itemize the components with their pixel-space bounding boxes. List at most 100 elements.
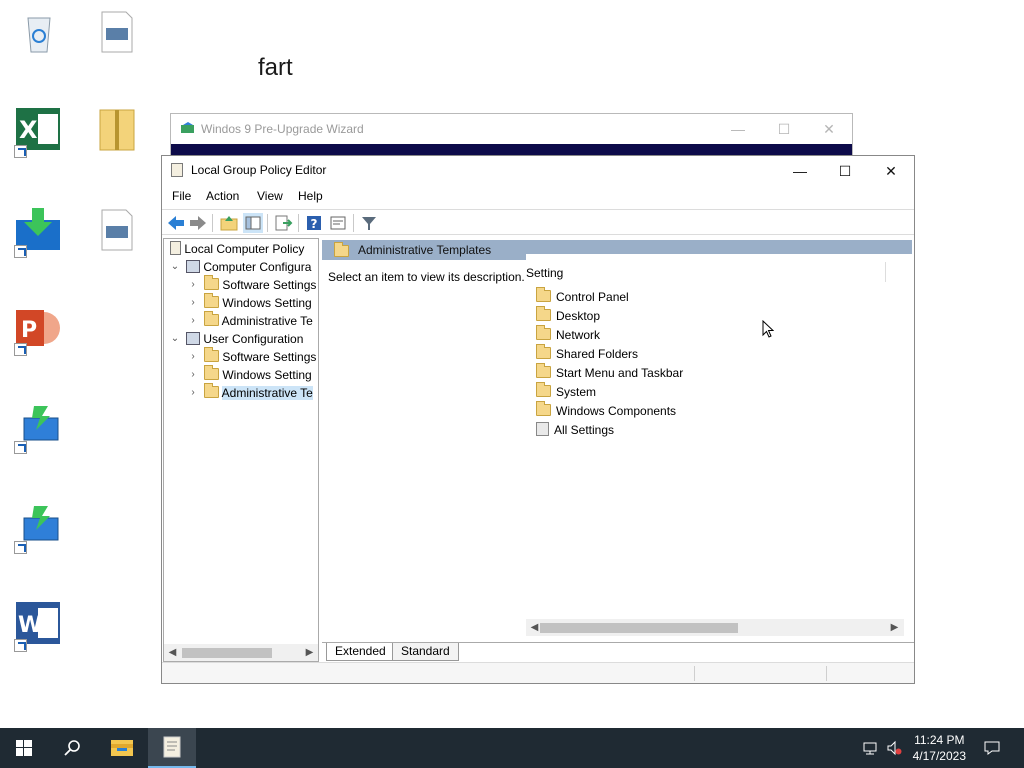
tree-horizontal-scrollbar[interactable]: ◀ ▶ xyxy=(164,644,318,661)
download-shortcut-icon[interactable] xyxy=(14,206,64,258)
policy-book-icon xyxy=(170,241,181,255)
excel-shortcut-icon[interactable]: X xyxy=(14,106,64,158)
group-policy-taskbar-button[interactable] xyxy=(148,728,196,768)
chevron-right-icon[interactable]: › xyxy=(188,294,198,312)
scroll-right-arrow-icon[interactable]: ▶ xyxy=(886,619,903,636)
group-policy-editor-window[interactable]: Local Group Policy Editor — ☐ ✕ File Act… xyxy=(161,155,915,684)
desktop-label[interactable]: fart xyxy=(258,54,293,82)
settings-list[interactable]: Setting Control Panel Desktop Network Sh… xyxy=(526,254,914,636)
column-header-setting[interactable]: Setting xyxy=(526,266,563,280)
window-title: Local Group Policy Editor xyxy=(191,163,327,177)
tree-node-user-configuration[interactable]: ⌄ User Configuration xyxy=(170,330,303,348)
tree-node-software-settings[interactable]: › Software Settings xyxy=(188,275,316,294)
wizard-close-button[interactable]: ✕ xyxy=(814,118,844,140)
list-item-windows-components[interactable]: Windows Components xyxy=(536,401,676,421)
clock-time: 11:24 PM xyxy=(914,733,965,747)
chevron-right-icon[interactable]: › xyxy=(188,312,198,330)
menu-view[interactable]: View xyxy=(257,189,283,203)
tab-standard[interactable]: Standard xyxy=(392,643,459,661)
list-item-shared-folders[interactable]: Shared Folders xyxy=(536,344,638,364)
notifications-icon[interactable] xyxy=(984,740,1000,756)
gpe-app-icon xyxy=(171,163,183,177)
wizard-title: Windos 9 Pre-Upgrade Wizard xyxy=(201,122,364,136)
properties-icon[interactable] xyxy=(328,213,348,233)
list-item-label: All Settings xyxy=(554,423,615,437)
shortcut-arrow-icon xyxy=(14,245,27,258)
list-item-desktop[interactable]: Desktop xyxy=(536,306,601,326)
filter-icon[interactable] xyxy=(359,213,379,233)
up-folder-icon[interactable] xyxy=(219,213,239,233)
network-shortcut-icon[interactable] xyxy=(14,402,64,454)
svg-text:W: W xyxy=(18,613,42,638)
file-explorer-button[interactable] xyxy=(98,728,146,768)
list-item-network[interactable]: Network xyxy=(536,325,600,345)
powerpoint-shortcut-icon[interactable]: P xyxy=(14,304,64,356)
mouse-cursor-icon xyxy=(762,320,774,338)
chevron-right-icon[interactable]: › xyxy=(188,384,198,402)
system-clock[interactable]: 11:24 PM 4/17/2023 xyxy=(913,732,966,764)
chevron-down-icon[interactable]: ⌄ xyxy=(170,258,180,276)
wizard-app-icon xyxy=(181,122,194,133)
word-shortcut-icon[interactable]: W xyxy=(14,600,64,652)
chevron-right-icon[interactable]: › xyxy=(188,276,198,294)
list-item-start-menu-and-taskbar[interactable]: Start Menu and Taskbar xyxy=(536,363,683,383)
search-button[interactable] xyxy=(48,728,96,768)
network-shortcut-icon-2[interactable] xyxy=(14,502,64,554)
search-icon xyxy=(64,740,80,756)
list-item-label: Desktop xyxy=(556,309,601,323)
tree-pane[interactable]: Local Computer Policy ⌄ Computer Configu… xyxy=(163,238,319,662)
status-bar xyxy=(162,662,914,683)
column-divider[interactable] xyxy=(885,262,886,282)
back-arrow-icon[interactable] xyxy=(166,213,186,233)
minimize-button[interactable]: — xyxy=(777,156,823,186)
tree-node-windows-settings[interactable]: › Windows Setting xyxy=(188,293,312,312)
menu-bar: File Action View Help xyxy=(162,186,914,208)
chevron-right-icon[interactable]: › xyxy=(188,348,198,366)
chevron-right-icon[interactable]: › xyxy=(188,366,198,384)
chevron-down-icon[interactable]: ⌄ xyxy=(170,330,180,348)
scroll-thumb[interactable] xyxy=(182,648,272,658)
scroll-right-arrow-icon[interactable]: ▶ xyxy=(301,644,318,661)
document-icon-2[interactable] xyxy=(92,206,142,258)
tree-node-label: Administrative Te xyxy=(221,314,313,328)
tree-node-user-administrative-templates[interactable]: › Administrative Te xyxy=(188,383,313,402)
wizard-minimize-button[interactable]: — xyxy=(723,118,753,140)
menu-file[interactable]: File xyxy=(172,189,191,203)
document-icon[interactable] xyxy=(92,8,142,60)
menu-help[interactable]: Help xyxy=(298,189,323,203)
list-item-system[interactable]: System xyxy=(536,382,596,402)
tree-node-local-computer-policy[interactable]: Local Computer Policy xyxy=(170,240,304,258)
title-bar[interactable]: Local Group Policy Editor — ☐ ✕ xyxy=(162,156,914,186)
maximize-button[interactable]: ☐ xyxy=(822,156,868,186)
tab-extended[interactable]: Extended xyxy=(326,643,395,661)
volume-muted-icon[interactable] xyxy=(886,740,902,756)
tree-node-label: Software Settings xyxy=(222,350,317,364)
shortcut-arrow-icon xyxy=(14,343,27,356)
shortcut-arrow-icon xyxy=(14,541,27,554)
scroll-thumb[interactable] xyxy=(540,623,738,633)
list-item-control-panel[interactable]: Control Panel xyxy=(536,287,629,307)
show-hide-tree-icon[interactable] xyxy=(243,213,263,233)
zip-folder-icon[interactable] xyxy=(92,106,142,158)
tree-node-user-software-settings[interactable]: › Software Settings xyxy=(188,347,317,366)
export-list-icon[interactable] xyxy=(273,213,293,233)
close-button[interactable]: ✕ xyxy=(868,156,914,186)
clock-date: 4/17/2023 xyxy=(912,749,966,763)
upgrade-wizard-window[interactable]: Windos 9 Pre-Upgrade Wizard — ☐ ✕ xyxy=(170,113,853,157)
tree-node-computer-configuration[interactable]: ⌄ Computer Configura xyxy=(170,258,311,276)
tree-node-user-windows-settings[interactable]: › Windows Setting xyxy=(188,365,312,384)
shortcut-arrow-icon xyxy=(14,145,27,158)
recycle-bin-icon[interactable] xyxy=(14,8,64,60)
shortcut-arrow-icon xyxy=(14,639,27,652)
forward-arrow-icon[interactable] xyxy=(188,213,208,233)
list-item-all-settings[interactable]: All Settings xyxy=(536,421,614,440)
network-tray-icon[interactable] xyxy=(862,740,878,756)
list-horizontal-scrollbar[interactable]: ◀ ▶ xyxy=(526,619,904,636)
menu-action[interactable]: Action xyxy=(206,189,239,203)
start-button[interactable] xyxy=(0,728,48,768)
tree-node-administrative-templates[interactable]: › Administrative Te xyxy=(188,311,313,330)
scroll-left-arrow-icon[interactable]: ◀ xyxy=(164,644,181,661)
file-explorer-icon xyxy=(111,740,133,756)
wizard-maximize-button[interactable]: ☐ xyxy=(769,118,799,140)
help-icon[interactable]: ? xyxy=(304,213,324,233)
